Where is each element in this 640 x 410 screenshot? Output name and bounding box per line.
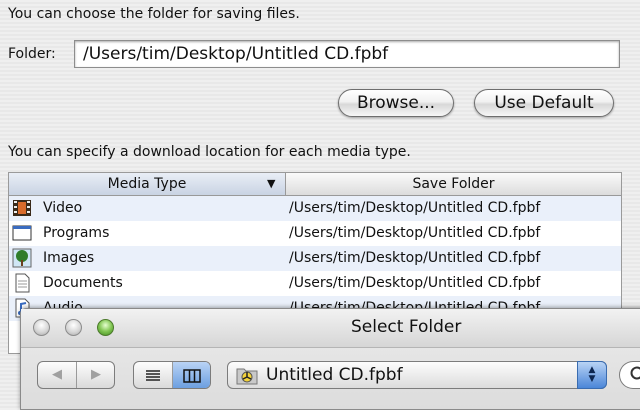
popup-selected-value: Untitled CD.fpbf bbox=[266, 362, 403, 388]
media-type-name: Documents bbox=[43, 271, 123, 296]
media-type-name: Video bbox=[43, 196, 82, 221]
tree-picture-icon bbox=[12, 248, 32, 268]
column-header-save-folder[interactable]: Save Folder bbox=[286, 173, 621, 195]
back-forward-control: ◀ ▶ bbox=[37, 361, 115, 389]
browse-button[interactable]: Browse... bbox=[338, 89, 454, 117]
folder-label: Folder: bbox=[8, 46, 56, 62]
zoom-button[interactable] bbox=[97, 319, 114, 336]
column-view-icon bbox=[183, 369, 201, 383]
cd-burn-folder-icon bbox=[236, 365, 258, 389]
back-button[interactable]: ◀ bbox=[38, 362, 77, 388]
save-folder-path: /Users/tim/Desktop/Untitled CD.fpbf bbox=[289, 271, 540, 296]
table-row[interactable]: Images /Users/tim/Desktop/Untitled CD.fp… bbox=[9, 246, 621, 271]
use-default-button[interactable]: Use Default bbox=[474, 89, 614, 117]
dialog-titlebar: Select Folder bbox=[21, 309, 640, 348]
table-row[interactable]: Programs /Users/tim/Desktop/Untitled CD.… bbox=[9, 221, 621, 246]
save-folder-path: /Users/tim/Desktop/Untitled CD.fpbf bbox=[289, 196, 540, 221]
search-field[interactable] bbox=[619, 361, 640, 389]
view-mode-control bbox=[133, 361, 211, 389]
media-type-name: Images bbox=[43, 246, 94, 271]
folder-location-popup[interactable]: Untitled CD.fpbf ▲▼ bbox=[227, 361, 607, 389]
search-icon bbox=[629, 365, 640, 385]
select-folder-dialog: Select Folder ◀ ▶ Untitled CD.fpbf ▲▼ bbox=[20, 308, 640, 410]
application-window-icon bbox=[12, 223, 32, 243]
column-view-button[interactable] bbox=[173, 362, 211, 388]
dialog-title: Select Folder bbox=[351, 317, 461, 337]
table-header: Media Type ▼ Save Folder bbox=[9, 173, 621, 196]
table-row[interactable]: Documents /Users/tim/Desktop/Untitled CD… bbox=[9, 271, 621, 296]
list-view-icon bbox=[145, 369, 161, 383]
media-type-name: Programs bbox=[43, 221, 109, 246]
forward-arrow-icon: ▶ bbox=[91, 367, 101, 382]
column-header-media-type[interactable]: Media Type ▼ bbox=[9, 173, 286, 195]
film-icon bbox=[12, 198, 32, 218]
table-row[interactable]: Video /Users/tim/Desktop/Untitled CD.fpb… bbox=[9, 196, 621, 221]
back-arrow-icon: ◀ bbox=[52, 367, 62, 382]
save-folder-path: /Users/tim/Desktop/Untitled CD.fpbf bbox=[289, 246, 540, 271]
close-button[interactable] bbox=[33, 319, 50, 336]
folder-path-field[interactable]: /Users/tim/Desktop/Untitled CD.fpbf bbox=[74, 40, 620, 68]
forward-button[interactable]: ▶ bbox=[77, 362, 115, 388]
document-icon bbox=[12, 273, 32, 293]
column-header-label: Media Type bbox=[108, 176, 187, 192]
media-intro-text: You can specify a download location for … bbox=[8, 144, 411, 160]
sort-descending-icon: ▼ bbox=[267, 173, 275, 195]
minimize-button[interactable] bbox=[65, 319, 82, 336]
intro-text: You can choose the folder for saving fil… bbox=[8, 6, 300, 22]
save-folder-path: /Users/tim/Desktop/Untitled CD.fpbf bbox=[289, 221, 540, 246]
list-view-button[interactable] bbox=[134, 362, 173, 388]
popup-arrows-icon: ▲▼ bbox=[577, 361, 607, 389]
